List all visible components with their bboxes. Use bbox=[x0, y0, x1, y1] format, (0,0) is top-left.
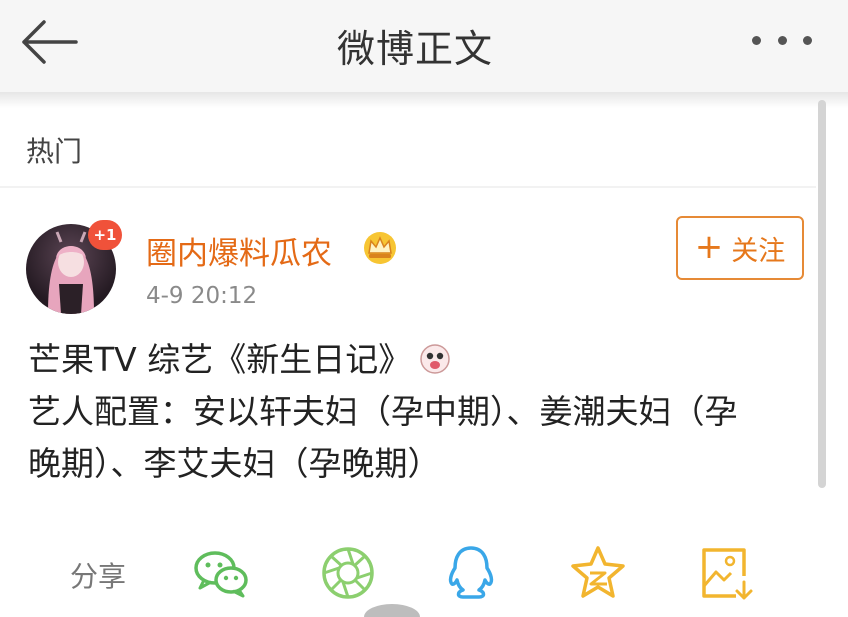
content-line: 艺人配置：安以轩夫妇（孕中期）、姜潮夫妇（孕 bbox=[28, 392, 738, 431]
page-title: 微博正文 bbox=[336, 27, 493, 71]
moments-icon[interactable] bbox=[317, 542, 379, 604]
qq-icon[interactable] bbox=[440, 542, 502, 604]
scrollbar[interactable] bbox=[818, 100, 826, 488]
qzone-icon[interactable] bbox=[567, 542, 629, 604]
follow-label: 关注 bbox=[731, 235, 786, 267]
username[interactable]: 圈内爆料瓜农 bbox=[146, 228, 332, 273]
follow-button[interactable]: + 关注 bbox=[676, 216, 804, 280]
divider bbox=[0, 186, 816, 188]
bottom-handle bbox=[364, 604, 420, 617]
content-line: 芒果TV 综艺《新生日记》 bbox=[28, 334, 808, 386]
save-image-icon[interactable] bbox=[694, 542, 756, 604]
header-shadow bbox=[0, 92, 848, 108]
notification-badge: +1 bbox=[88, 220, 122, 250]
share-label: 分享 bbox=[70, 560, 127, 593]
post-content: 芒果TV 综艺《新生日记》 艺人配置：安以轩夫妇（孕中期）、姜潮夫妇（孕 晚期）… bbox=[28, 334, 808, 490]
post-timestamp: 4-9 20:12 bbox=[146, 283, 258, 309]
plus-icon: + bbox=[694, 226, 724, 267]
wechat-icon[interactable] bbox=[190, 542, 252, 604]
emoji-icon bbox=[420, 344, 450, 374]
more-dots-icon[interactable] bbox=[752, 36, 812, 48]
top-nav-bar: 微博正文 bbox=[0, 0, 848, 92]
section-label: 热门 bbox=[26, 135, 83, 168]
content-line: 晚期）、李艾夫妇（孕晚期） bbox=[28, 444, 441, 483]
content-line-text: 芒果TV 综艺《新生日记》 bbox=[28, 340, 412, 379]
crown-icon bbox=[364, 232, 396, 264]
